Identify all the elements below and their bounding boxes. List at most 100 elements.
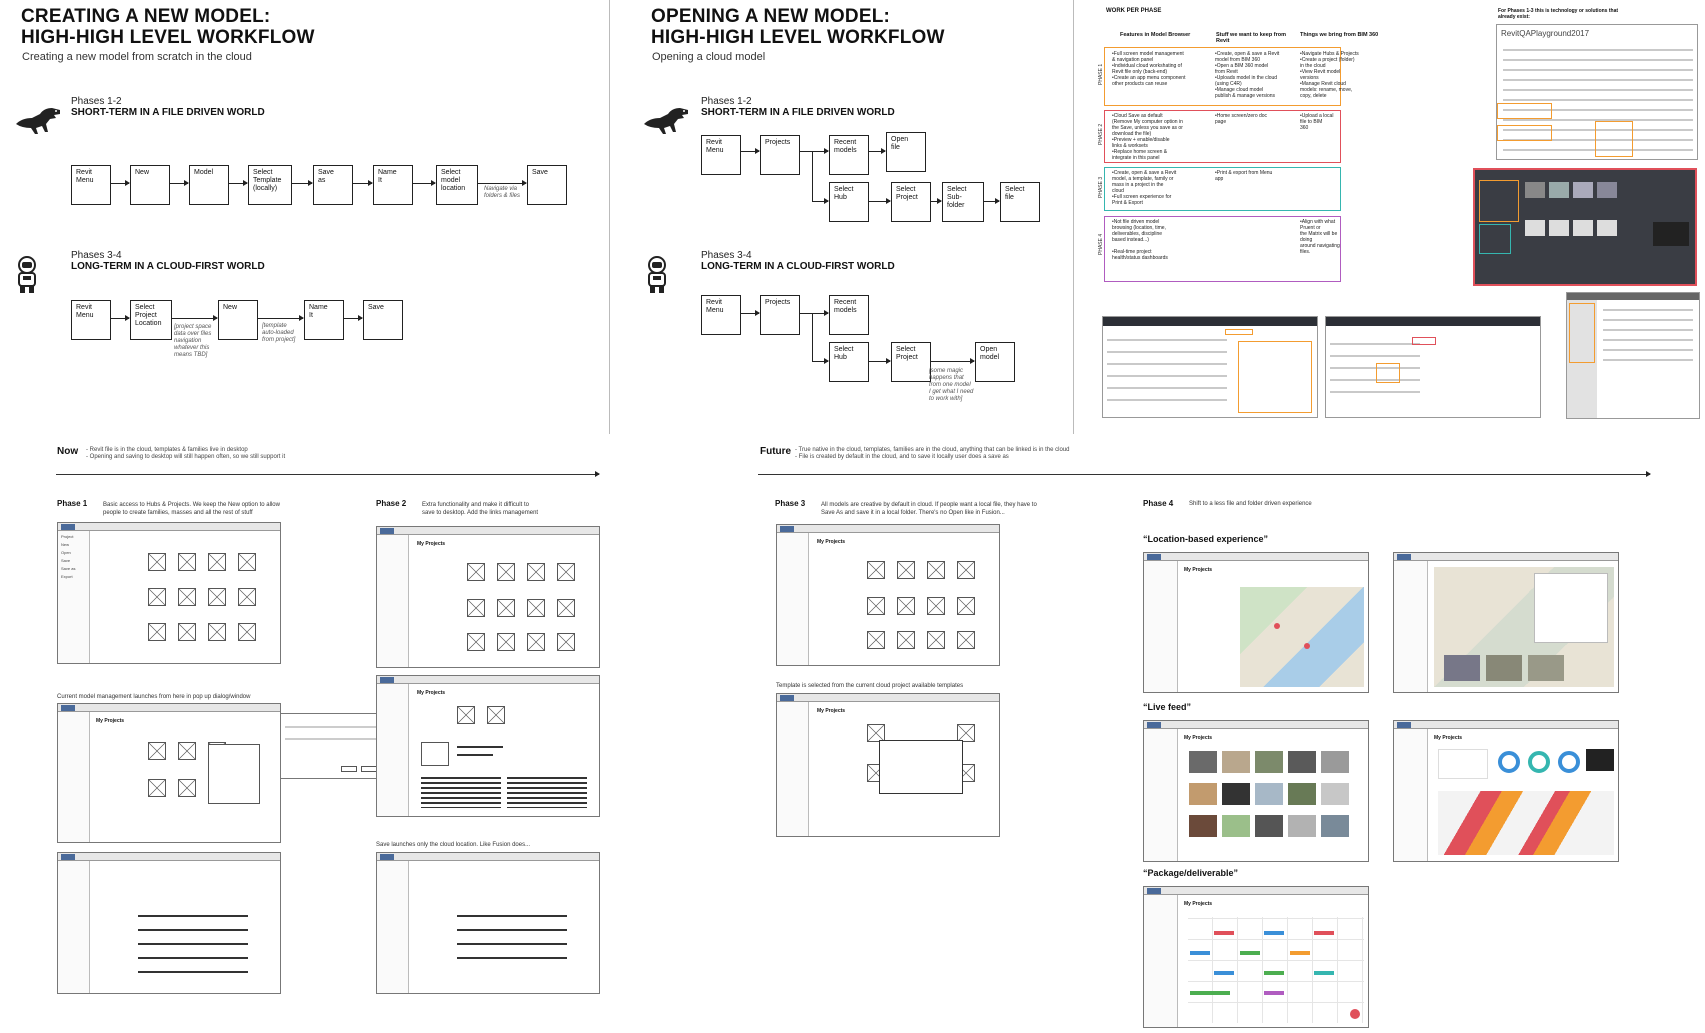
flow-arrow [741,148,760,154]
existing-sub: RevitQAPlayground2017 [1501,29,1590,38]
wireframe-new-model-dialog [280,713,386,779]
wpp-phase-label: PHASE 4 [1098,233,1104,255]
wpp-cell: •Upload a local file to BIM 360 [1300,113,1334,131]
flow-step: Select Template (locally) [248,165,292,205]
flow-arrow [812,198,829,204]
phase2-head: Phase 2 [376,500,406,509]
wpp-phase-label: PHASE 3 [1098,176,1104,198]
middle-short-phases: Phases 1-2 [701,96,752,107]
flow-step: Select Hub [829,182,869,222]
screenshot-revit-qa: RevitQAPlayground2017 [1496,24,1698,160]
flow-step: Select Hub [829,342,869,382]
flow-step: Select file [1000,182,1040,222]
flow-arrow [292,180,313,186]
flow-arrow [800,310,829,316]
flow-step: Name It [304,300,344,340]
wireframe-phase3-b: My Projects [776,693,1000,837]
flow-step: Name It [373,165,413,205]
flow-arrow [172,315,218,321]
middle-panel-subtitle: Opening a cloud model [652,51,766,63]
t-rex-icon [16,108,60,134]
wpp-cell: •Full screen model management & navigati… [1112,51,1186,87]
flow-step: Projects [760,135,800,175]
wpp-cell: •Navigate Hubs & Projects •Create a proj… [1300,51,1359,99]
flow-arrow [229,180,248,186]
screenshot-revit-home [1473,168,1697,286]
wpp-phase-label: PHASE 2 [1098,123,1104,145]
quote-location: “Location-based experience” [1143,534,1269,544]
left-panel-subtitle: Creating a new model from scratch in the… [22,51,252,63]
flow-arrow [170,180,189,186]
flow-arrow [869,198,891,204]
flow-arrow [931,198,942,204]
phase3-desc: All models are creative by default in cl… [821,502,1037,516]
wireframe-phase1-a: Project New Open Save Save as Export [57,522,281,664]
left-long-heading: LONG-TERM IN A CLOUD-FIRST WORLD [71,261,265,272]
wpp-phase-label: PHASE 1 [1098,63,1104,85]
wpp-title: WORK PER PHASE [1106,8,1162,14]
flow-step: Open file [886,132,926,172]
flow-arrow [258,315,304,321]
divider-left [609,0,610,434]
flow-step: Revit Menu [701,295,741,335]
left-short-phases: Phases 1-2 [71,96,122,107]
middle-short-heading: SHORT-TERM IN A FILE DRIVEN WORLD [701,107,895,118]
wpp-col-3: Things we bring from BIM 360 [1300,32,1379,38]
flow-arrow [869,148,886,154]
wpp-cell: •Not file driven model browsing (locatio… [1112,219,1168,261]
flow-step: Select Project Location [130,300,172,340]
flow-step: Save [527,165,567,205]
phase2-desc: Extra functionality and make it difficul… [422,502,539,516]
wpp-cell: •Align with what Pruent or the Matrix wi… [1300,219,1340,255]
flow-note: [template auto-loaded from project] [262,323,296,343]
middle-panel-title: OPENING A NEW MODEL: HIGH-HIGH LEVEL WOR… [651,6,945,48]
flow-note: Navigate via folders & files [484,186,521,199]
wireframe-phase1-c [57,852,281,994]
future-note: - True native in the cloud, templates, f… [795,447,1070,460]
flow-arrow [478,180,527,186]
wireframe-phase2-a: My Projects [376,526,600,668]
future-timeline-arrow [758,471,1651,477]
wireframe-phase2-b: My Projects [376,675,600,817]
wpp-cell: •Cloud Save as default (Remove My comput… [1112,113,1183,161]
phase1-head: Phase 1 [57,500,87,509]
quote-live-feed: “Live feed” [1143,702,1192,712]
flow-step: Recent models [829,295,869,335]
astronaut-icon [18,256,36,293]
left-long-phases: Phases 3-4 [71,250,122,261]
flow-arrow [869,358,891,364]
quote-package: “Package/deliverable” [1143,868,1239,878]
flow-note: [some magic happens that from one model … [929,368,974,402]
flow-step: New [218,300,258,340]
flow-arrow [111,315,130,321]
wireframe-calendar: My Projects [1143,886,1369,1028]
left-panel-title: CREATING A NEW MODEL: HIGH-HIGH LEVEL WO… [21,6,315,48]
phase2-cap3: Save launches only the cloud location. L… [376,842,531,848]
now-label: Now [57,446,79,457]
wireframe-phase1-b: My Projects [57,703,281,843]
flow-step: Revit Menu [71,165,111,205]
wpp-cell: •Print & export from Menu app [1215,170,1273,182]
divider-right [1073,0,1074,434]
wpp-cell [1215,219,1299,281]
t-rex-icon [644,108,688,134]
flow-step: Select Sub-folder [942,182,984,222]
flow-step: New [130,165,170,205]
wpp-cell: •Create, open & save a Revit model, a te… [1112,170,1177,206]
wpp-cell: •Create, open & save a Revit model from … [1215,51,1280,99]
flow-step: Select Project [891,182,931,222]
screenshot-bim360-2 [1325,316,1541,418]
flow-step: Select Project [891,342,931,382]
flow-step: Revit Menu [701,135,741,175]
phase2-label: Phase 2 [376,499,407,508]
middle-long-heading: LONG-TERM IN A CLOUD-FIRST WORLD [701,261,895,272]
astronaut-icon [648,256,666,293]
existing-heading: For Phases 1-3 this is technology or sol… [1498,8,1619,20]
middle-long-phases: Phases 3-4 [701,250,752,261]
flow-step: Save as [313,165,353,205]
flow-arrow [111,180,130,186]
screenshot-revit-menu [1566,292,1700,419]
flow-step: Model [189,165,229,205]
flow-arrow [344,315,363,321]
phase4-head: Phase 4 [1143,500,1173,509]
